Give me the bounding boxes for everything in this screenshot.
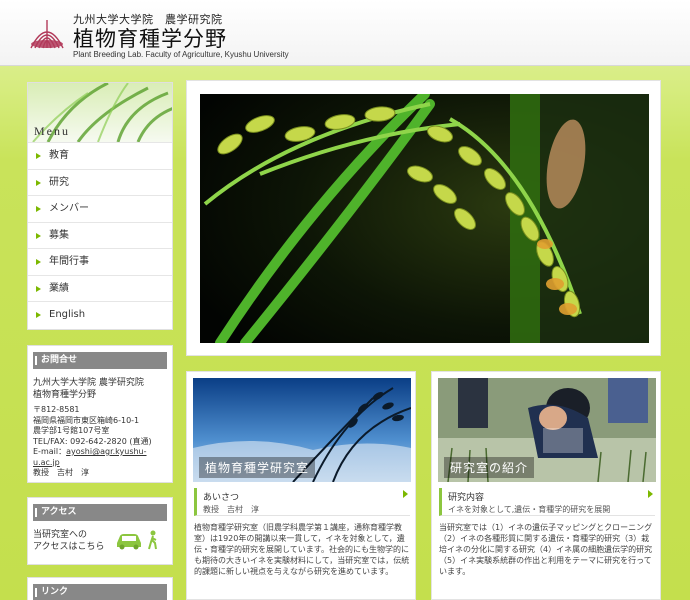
menu-item-label: 研究 (49, 176, 69, 188)
site-header: 九州大学大学院 農学研究院 植物育種学分野 Plant Breeding Lab… (0, 0, 690, 66)
contact-address: 〒812-8581 福岡県福岡市東区箱崎6-10-1 農学部1号館107号室 T… (33, 405, 167, 479)
menu-item-members[interactable]: メンバー (28, 195, 172, 222)
car-icon (117, 534, 141, 550)
contact-addr2: 農学部1号館107号室 (33, 426, 110, 435)
menu-item-recruit[interactable]: 募集 (28, 221, 172, 249)
arrow-right-icon (36, 259, 41, 265)
menu-item-label: 募集 (49, 229, 69, 241)
menu-list: 教育 研究 メンバー 募集 年間行事 業績 English (28, 142, 172, 328)
menu-item-label: English (49, 309, 86, 320)
walking-person-icon (148, 530, 157, 550)
contact-email-label: E-mail： (33, 447, 67, 456)
header-english-title: Plant Breeding Lab. Faculty of Agricultu… (73, 50, 289, 59)
card-image-sky-rice[interactable]: 植物育種学研究室 (193, 378, 411, 482)
access-title: アクセス (33, 504, 167, 521)
research-card: 研究室の紹介 研究内容 イネを対象として,遺伝・育種学的研究を展開 当研究室では… (431, 371, 661, 600)
menu-item-label: メンバー (49, 203, 89, 214)
card1-heading-link[interactable]: あいさつ 教授 吉村 淳 (194, 488, 410, 516)
contact-box: お問合せ 九州大学大学院 農学研究院 植物育種学分野 〒812-8581 福岡県… (27, 345, 173, 483)
contact-name-line2: 植物育種学分野 (33, 390, 97, 400)
contact-person: 教授 吉村 淳 (33, 468, 89, 477)
menu-header-image: Menu (28, 83, 172, 142)
access-box[interactable]: アクセス 当研究室への アクセスはこちら (27, 497, 173, 565)
contact-tel: TEL/FAX: 092-642-2820 (直通) (33, 436, 152, 446)
contact-name-line1: 九州大学大学院 農学研究院 (33, 378, 144, 388)
card1-heading: あいさつ (203, 493, 240, 503)
university-logo[interactable] (27, 14, 67, 54)
menu-item-english[interactable]: English (28, 301, 172, 328)
arrow-right-icon (36, 153, 41, 159)
links-title: リンク (33, 584, 167, 600)
card2-heading-link[interactable]: 研究内容 イネを対象として,遺伝・育種学的研究を展開 (439, 488, 655, 516)
card1-body: 植物育種学研究室（旧農学科農学第１講座，通称育種学教室）は1920年の開講以来一… (194, 523, 410, 576)
greeting-card: 植物育種学研究室 あいさつ 教授 吉村 淳 植物育種学研究室（旧農学科農学第１講… (186, 371, 416, 600)
menu-title: Menu (34, 124, 70, 138)
menu-item-publications[interactable]: 業績 (28, 274, 172, 302)
arrow-right-icon (36, 179, 41, 186)
contact-email-row: E-mail：ayoshi@agr.kyushu-u.ac.jp (33, 447, 167, 468)
links-box: リンク (27, 577, 173, 600)
contact-postal: 〒812-8581 (33, 405, 80, 414)
arrow-right-icon (36, 206, 41, 212)
menu-item-label: 教育 (49, 150, 69, 161)
card1-image-label: 植物育種学研究室 (199, 457, 316, 478)
arrow-right-icon (403, 490, 408, 498)
contact-name: 九州大学大学院 農学研究院 植物育種学分野 (33, 377, 167, 401)
menu-item-events[interactable]: 年間行事 (28, 248, 172, 275)
menu-item-education[interactable]: 教育 (28, 142, 172, 169)
card2-subheading: イネを対象として,遺伝・育種学的研究を展開 (448, 505, 611, 514)
menu-item-label: 年間行事 (49, 256, 89, 267)
card2-body: 当研究室では（1）イネの遺伝子マッピングとクローニング（2）イネの各種形質に関す… (439, 523, 653, 576)
menu-item-label: 業績 (49, 282, 69, 294)
contact-addr1: 福岡県福岡市東区箱崎6-10-1 (33, 415, 140, 425)
hero-box (186, 80, 661, 356)
card2-image-label: 研究室の紹介 (444, 457, 535, 478)
header-lab-title[interactable]: 植物育種学分野 (73, 23, 227, 53)
arrow-right-icon (36, 285, 41, 292)
card2-heading: 研究内容 (448, 493, 485, 503)
contact-title: お問合せ (33, 352, 167, 369)
sidebar-menu: Menu 教育 研究 メンバー 募集 年間行事 業績 English (27, 82, 173, 330)
menu-item-research[interactable]: 研究 (28, 168, 172, 196)
hero-rice-image (200, 94, 649, 343)
arrow-right-icon (36, 312, 41, 318)
card-image-field-work[interactable]: 研究室の紹介 (438, 378, 656, 482)
arrow-right-icon (36, 232, 41, 239)
arrow-right-icon (648, 490, 653, 498)
card1-subheading: 教授 吉村 淳 (203, 505, 259, 514)
